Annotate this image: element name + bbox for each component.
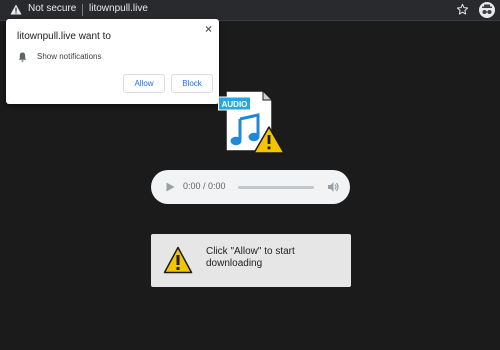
notice-message: Click "Allow" to start downloading bbox=[206, 246, 295, 269]
time-display: 0:00 / 0:00 bbox=[183, 181, 226, 191]
incognito-icon bbox=[482, 4, 492, 14]
audio-badge: AUDIO bbox=[222, 100, 248, 109]
popup-title: litownpull.live want to bbox=[17, 31, 111, 42]
audio-file-icon: AUDIO bbox=[218, 89, 285, 154]
close-icon[interactable]: × bbox=[205, 23, 212, 35]
play-icon[interactable] bbox=[166, 182, 175, 192]
volume-icon[interactable] bbox=[327, 181, 339, 193]
address-bar-url[interactable]: litownpull.live bbox=[89, 3, 148, 14]
notification-permission-popup: litownpull.live want to × Show notificat… bbox=[6, 19, 219, 104]
progress-bar[interactable] bbox=[238, 186, 314, 189]
download-notice: Click "Allow" to start downloading bbox=[151, 234, 351, 287]
permission-label: Show notifications bbox=[37, 52, 102, 61]
warning-triangle-icon bbox=[163, 246, 193, 274]
warning-triangle-icon[interactable] bbox=[10, 4, 22, 15]
browser-toolbar: Not secure litownpull.live bbox=[0, 0, 500, 21]
audio-player: 0:00 / 0:00 bbox=[151, 170, 350, 204]
url-divider bbox=[82, 4, 83, 16]
profile-avatar[interactable] bbox=[479, 2, 495, 18]
block-button[interactable]: Block bbox=[171, 74, 213, 93]
allow-button[interactable]: Allow bbox=[123, 74, 165, 93]
bell-icon bbox=[18, 52, 27, 62]
security-status[interactable]: Not secure bbox=[28, 3, 76, 14]
bookmark-star-icon[interactable] bbox=[456, 3, 469, 16]
